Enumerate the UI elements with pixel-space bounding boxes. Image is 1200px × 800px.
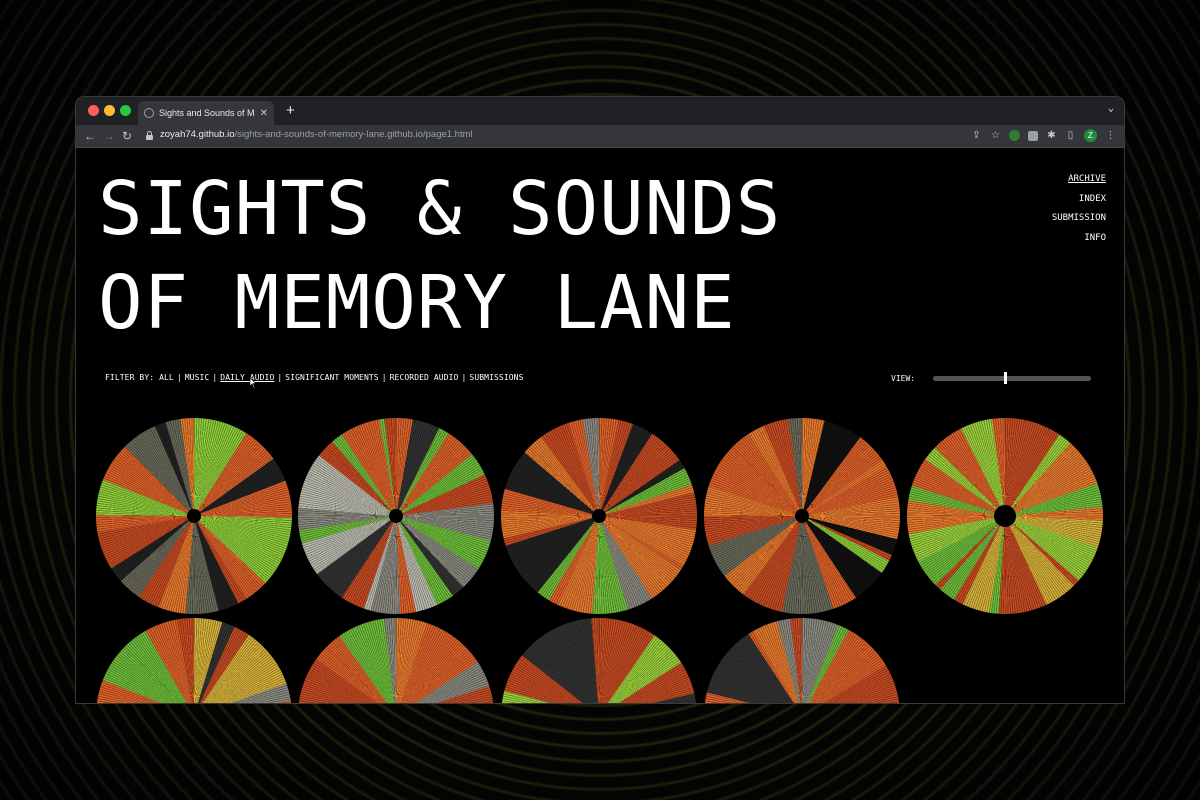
toolbar-actions: ⇪ ☆ ✱ ▯ Z ⋮ [971, 129, 1116, 142]
url-path: /sights-and-sounds-of-memory-lane.github… [234, 129, 473, 140]
pointer-cursor-icon [249, 378, 257, 388]
tab-bar: Sights and Sounds of Memory Lane ✕ + ⌄ [76, 97, 1124, 125]
nav-index[interactable]: INDEX [1052, 190, 1106, 210]
view-label: VIEW: [891, 374, 916, 383]
back-button[interactable]: ← [84, 128, 96, 144]
audio-visualization-disc[interactable] [298, 618, 494, 703]
filter-all[interactable]: ALL [159, 373, 174, 382]
nav-submission[interactable]: SUBMISSION [1052, 209, 1106, 229]
disc-center-hole [994, 505, 1016, 527]
disc-center-hole [795, 509, 809, 523]
filter-separator: | [176, 373, 182, 382]
browser-toolbar: ← → ↻ zoyah74.github.io/sights-and-sound… [76, 125, 1124, 148]
maximize-window-button[interactable] [120, 105, 131, 116]
disc-center-hole [187, 509, 201, 523]
tab-search-icon[interactable]: ⌄ [1108, 103, 1114, 114]
minimize-window-button[interactable] [104, 105, 115, 116]
filter-separator: | [461, 373, 467, 382]
tab-close-icon[interactable]: ✕ [260, 108, 268, 119]
globe-icon [144, 108, 154, 118]
disc-center-hole [592, 509, 606, 523]
reload-button[interactable]: ↻ [122, 128, 132, 144]
disc-texture [298, 618, 494, 703]
page-content: SIGHTS & SOUNDS OF MEMORY LANE ARCHIVE I… [76, 148, 1124, 703]
url-host: zoyah74.github.io [160, 129, 235, 140]
audio-visualization-disc[interactable] [298, 418, 494, 614]
tab-title: Sights and Sounds of Memory Lane [159, 108, 255, 118]
filter-separator: | [381, 373, 387, 382]
audio-visualization-disc[interactable] [96, 618, 292, 703]
filter-bar: FILTER BY: ALL | MUSIC | DAILY AUDIO | SIGNIFI… [105, 373, 524, 382]
filter-submissions[interactable]: SUBMISSIONS [469, 373, 523, 382]
site-title: SIGHTS & SOUNDS OF MEMORY LANE [98, 162, 781, 350]
forward-button[interactable]: → [103, 128, 115, 144]
site-title-line: SIGHTS & SOUNDS [98, 166, 782, 252]
share-icon[interactable]: ⇪ [971, 130, 982, 141]
audio-visualization-disc[interactable] [704, 618, 900, 703]
extension-icon[interactable] [1028, 130, 1038, 141]
extension-icon[interactable] [1009, 130, 1020, 141]
filter-recorded-audio[interactable]: RECORDED AUDIO [390, 373, 459, 382]
audio-visualization-disc[interactable] [501, 418, 697, 614]
sidebar-icon[interactable]: ▯ [1065, 130, 1076, 141]
disc-texture [704, 618, 900, 703]
filter-significant-moments[interactable]: SIGNIFICANT MOMENTS [285, 373, 378, 382]
star-icon[interactable]: ☆ [990, 130, 1001, 141]
puzzle-icon[interactable]: ✱ [1046, 130, 1057, 141]
site-nav: ARCHIVE INDEX SUBMISSION INFO [1052, 170, 1106, 248]
disc-center-hole [389, 509, 403, 523]
lock-icon[interactable] [146, 131, 153, 140]
close-window-button[interactable] [88, 105, 99, 116]
site-title-line: OF MEMORY LANE [98, 260, 736, 346]
new-tab-button[interactable]: + [286, 102, 295, 120]
filter-daily-audio[interactable]: DAILY AUDIO [220, 373, 274, 382]
browser-window: Sights and Sounds of Memory Lane ✕ + ⌄ ←… [76, 97, 1124, 703]
filter-separator: | [212, 373, 218, 382]
filter-prefix: FILTER BY: [105, 373, 155, 382]
nav-archive[interactable]: ARCHIVE [1052, 170, 1106, 190]
filter-music[interactable]: MUSIC [185, 373, 210, 382]
browser-tab[interactable]: Sights and Sounds of Memory Lane ✕ [138, 101, 274, 125]
avatar[interactable]: Z [1084, 129, 1097, 142]
audio-visualization-disc[interactable] [704, 418, 900, 614]
filter-separator: | [277, 373, 283, 382]
view-slider-thumb[interactable] [1004, 372, 1007, 384]
nav-info[interactable]: INFO [1052, 229, 1106, 249]
disc-texture [501, 618, 697, 703]
audio-visualization-disc[interactable] [501, 618, 697, 703]
view-slider[interactable] [933, 372, 1091, 384]
audio-visualization-disc[interactable] [907, 418, 1103, 614]
disc-texture [96, 618, 292, 703]
audio-visualization-disc[interactable] [96, 418, 292, 614]
kebab-menu-icon[interactable]: ⋮ [1105, 130, 1116, 141]
address-bar[interactable]: zoyah74.github.io/sights-and-sounds-of-m… [160, 129, 473, 140]
